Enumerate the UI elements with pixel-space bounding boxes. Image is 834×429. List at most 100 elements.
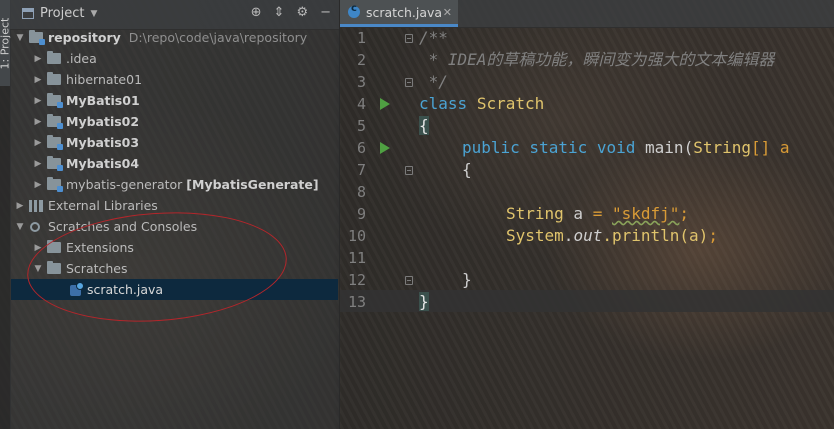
line-number: 7	[356, 161, 366, 179]
tree-item-label: MyBatis01	[66, 93, 140, 108]
tree-item-label: repository	[48, 30, 121, 45]
chevron-right-icon[interactable]: ▶	[33, 159, 43, 169]
line-number: 9	[356, 205, 366, 223]
folder-icon	[47, 72, 61, 85]
keyword: class	[419, 94, 468, 113]
static-field: out	[573, 226, 603, 245]
line-number: 5	[356, 117, 366, 135]
modifiers: public static void	[462, 138, 636, 157]
chevron-right-icon[interactable]: ▶	[33, 75, 43, 85]
editor-gutter: 1 2 3 4 5 6 7 8 9 10 11 12 13	[340, 27, 416, 429]
type-name: String	[506, 204, 564, 223]
tree-item-mybatis-generator[interactable]: ▶ mybatis-generator [MybatisGenerate]	[33, 174, 319, 195]
line-number: 2	[356, 51, 366, 69]
code-line-4: class Scratch	[419, 93, 544, 115]
chevron-right-icon[interactable]: ▶	[33, 96, 43, 106]
tree-item-external-libraries[interactable]: ▶ External Libraries	[15, 195, 158, 216]
folder-icon	[47, 51, 61, 64]
run-main-icon[interactable]	[380, 142, 390, 154]
line-number: 8	[356, 183, 366, 201]
tree-item-label: External Libraries	[48, 198, 158, 213]
chevron-right-icon[interactable]: ▶	[33, 138, 43, 148]
tab-scratch-java[interactable]: scratch.java ✕	[340, 0, 458, 27]
tree-item-mybatis02[interactable]: ▶ Mybatis02	[33, 111, 139, 132]
project-path: D:\repo\code\java\repository	[128, 30, 308, 45]
code-line-7: {	[462, 160, 472, 179]
chevron-down-icon: ▼	[90, 8, 98, 19]
string-literal: "skdfj"	[611, 204, 680, 223]
line-number: 3	[356, 73, 366, 91]
project-view-selector[interactable]: Project ▼	[22, 6, 97, 21]
tree-item-mybatis04[interactable]: ▶ Mybatis04	[33, 153, 139, 174]
fold-icon[interactable]	[405, 276, 413, 285]
code-editor[interactable]: /** * IDEA的草稿功能，瞬间变为强大的文本编辑器 */ class Sc…	[419, 27, 834, 429]
code-line-13: }	[419, 291, 429, 313]
editor-tab-bar: scratch.java ✕	[340, 0, 834, 28]
tab-label: scratch.java	[366, 4, 443, 20]
code-line-9: String a = "skdfj";	[506, 203, 689, 225]
chevron-right-icon[interactable]: ▶	[15, 201, 25, 211]
code-line-10: System.out.println(a);	[506, 225, 718, 247]
code-line-5: {	[419, 115, 429, 137]
line-number: 6	[356, 139, 366, 157]
line-number: 13	[347, 293, 366, 311]
method-call: .println(a)	[602, 226, 709, 245]
method-name: main(	[645, 138, 694, 157]
project-window-icon	[22, 8, 34, 19]
chevron-right-icon[interactable]: ▶	[33, 54, 43, 64]
module-folder-icon	[47, 93, 63, 108]
tree-item-label: Mybatis02	[66, 114, 140, 129]
brace: {	[419, 116, 429, 135]
chevron-down-icon[interactable]: ▼	[15, 33, 25, 43]
code-line-2: * IDEA的草稿功能，瞬间变为强大的文本编辑器	[419, 50, 775, 69]
chevron-right-icon[interactable]: ▶	[33, 180, 43, 190]
tree-item-repository[interactable]: ▼ repository D:\repo\code\java\repositor…	[15, 27, 307, 48]
library-icon	[29, 199, 43, 212]
project-panel-title: Project	[40, 6, 85, 21]
tree-item-idea[interactable]: ▶ .idea	[33, 48, 97, 69]
class-name: Scratch	[476, 94, 545, 113]
gear-icon[interactable]: ⚙	[296, 5, 308, 20]
brace: }	[419, 292, 429, 311]
operator: =	[592, 204, 603, 223]
collapse-all-icon[interactable]: ⇕	[274, 5, 285, 20]
module-name: [MybatisGenerate]	[186, 177, 319, 192]
semicolon: ;	[679, 204, 690, 223]
code-line-1: /**	[419, 28, 448, 47]
fold-icon[interactable]	[405, 78, 413, 87]
project-panel-header: Project ▼ ⊕ ⇕ ⚙ −	[10, 0, 339, 30]
code-line-12: }	[462, 270, 472, 289]
module-folder-icon	[47, 114, 63, 129]
tree-item-label: mybatis-generator	[66, 177, 183, 192]
module-folder-icon	[47, 177, 63, 192]
tree-item-hibernate01[interactable]: ▶ hibernate01	[33, 69, 142, 90]
module-folder-icon	[47, 135, 63, 150]
line-number: 10	[347, 227, 366, 245]
hide-panel-icon[interactable]: −	[320, 5, 331, 20]
variable: a	[563, 204, 593, 223]
dot: .	[563, 226, 574, 245]
fold-icon[interactable]	[405, 166, 413, 175]
locate-file-icon[interactable]: ⊕	[251, 5, 262, 20]
line-number: 1	[356, 29, 366, 47]
semicolon: ;	[708, 226, 718, 245]
close-icon[interactable]: ✕	[443, 6, 452, 19]
line-number: 4	[356, 95, 366, 113]
code-line-3: */	[419, 72, 448, 91]
run-class-icon[interactable]	[380, 98, 390, 110]
chevron-right-icon[interactable]: ▶	[33, 117, 43, 127]
module-folder-icon	[47, 156, 63, 171]
line-number: 11	[347, 249, 366, 267]
fold-icon[interactable]	[405, 34, 413, 43]
tree-item-mybatis01[interactable]: ▶ MyBatis01	[33, 90, 140, 111]
line-number: 12	[347, 271, 366, 289]
tree-item-mybatis03[interactable]: ▶ Mybatis03	[33, 132, 139, 153]
scratches-icon	[29, 221, 43, 233]
tree-item-label: Mybatis04	[66, 156, 140, 171]
project-panel: Project ▼ ⊕ ⇕ ⚙ − ▼ repository D:\repo\c…	[10, 0, 340, 429]
code-line-6: public static void main(String[] a	[462, 137, 790, 159]
java-class-icon	[348, 3, 360, 18]
module-folder-icon	[29, 30, 45, 45]
project-tool-window-tab[interactable]: 1: Project	[0, 0, 12, 86]
chevron-down-icon[interactable]: ▼	[15, 222, 25, 232]
